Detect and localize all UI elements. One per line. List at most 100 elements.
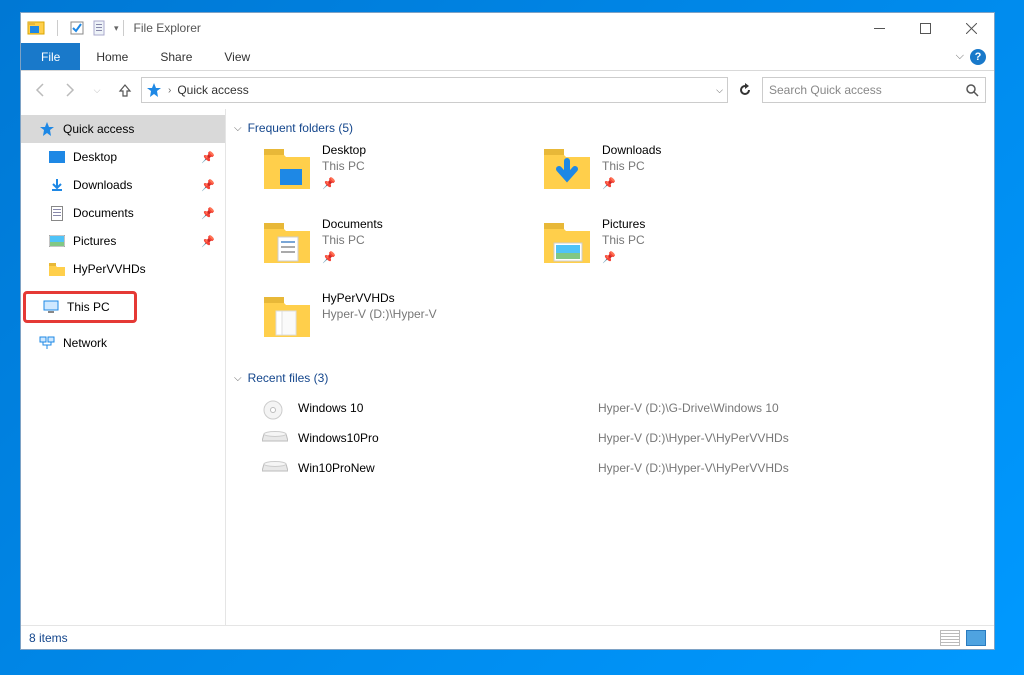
sidebar-item-hypervvhds[interactable]: HyPerVVHDs [21,255,225,283]
folder-tile-desktop[interactable]: Desktop This PC 📌 [262,143,532,203]
section-recent-files[interactable]: ⌵ Recent files (3) [234,371,988,385]
file-row[interactable]: Win10ProNew Hyper-V (D:)\Hyper-V\HyPerVV… [262,453,988,483]
search-input[interactable] [769,83,965,97]
status-bar: 8 items [21,625,994,649]
sidebar-item-desktop[interactable]: Desktop 📌 [21,143,225,171]
pin-icon: 📌 [201,235,215,248]
back-button[interactable] [29,78,53,102]
pin-icon: 📌 [201,151,215,164]
qat-properties-icon[interactable] [92,20,106,36]
section-label: Recent files (3) [248,371,329,385]
ribbon-help: ⌵ ? [956,43,994,70]
drive-icon [262,429,286,447]
pin-icon: 📌 [322,177,366,190]
document-icon [49,205,65,221]
tab-view[interactable]: View [208,43,266,70]
folder-tile-documents[interactable]: Documents This PC 📌 [262,217,532,277]
drive-icon [262,459,286,477]
file-row[interactable]: Windows10Pro Hyper-V (D:)\Hyper-V\HyPerV… [262,423,988,453]
tab-home[interactable]: Home [80,43,144,70]
folder-tile-downloads[interactable]: Downloads This PC 📌 [542,143,812,203]
folder-tile-pictures[interactable]: Pictures This PC 📌 [542,217,812,277]
disc-icon [262,399,286,417]
sidebar-item-quick-access[interactable]: Quick access [21,115,225,143]
file-name: Windows10Pro [298,431,598,445]
folder-documents-icon [262,219,312,265]
tab-share[interactable]: Share [144,43,208,70]
search-icon[interactable] [965,83,979,97]
help-icon[interactable]: ? [970,49,986,65]
breadcrumb[interactable]: Quick access [177,83,248,97]
folder-tile-hypervvhds[interactable]: HyPerVVHDs Hyper-V (D:)\Hyper-V [262,291,532,351]
folder-name: Pictures [602,217,645,231]
quick-access-star-icon [146,82,162,98]
folder-location: This PC [602,233,645,247]
file-name: Win10ProNew [298,461,598,475]
titlebar: ▾ File Explorer [21,13,994,43]
qat-dropdown-icon[interactable]: ▾ [114,23,119,34]
file-path: Hyper-V (D:)\Hyper-V\HyPerVVHDs [598,431,988,445]
pin-icon: 📌 [201,207,215,220]
window-title: File Explorer [134,21,201,35]
sidebar-item-this-pc[interactable]: This PC [25,293,135,321]
folder-name: Desktop [322,143,366,157]
file-path: Hyper-V (D:)\Hyper-V\HyPerVVHDs [598,461,988,475]
up-button[interactable] [113,78,137,102]
file-explorer-icon [27,19,45,37]
desktop-icon [49,149,65,165]
sidebar-item-documents[interactable]: Documents 📌 [21,199,225,227]
ribbon-collapse-icon[interactable]: ⌵ [956,50,964,63]
window-controls [856,13,994,43]
star-icon [39,121,55,137]
folder-desktop-icon [262,145,312,191]
file-name: Windows 10 [298,401,598,415]
frequent-folders-grid: Desktop This PC 📌 Downloads This PC 📌 [262,143,988,351]
forward-button[interactable] [57,78,81,102]
pictures-icon [49,233,65,249]
section-label: Frequent folders (5) [248,121,353,135]
sidebar-item-label: Network [63,336,107,350]
sidebar-item-downloads[interactable]: Downloads 📌 [21,171,225,199]
file-row[interactable]: Windows 10 Hyper-V (D:)\G-Drive\Windows … [262,393,988,423]
navigation-pane: Quick access Desktop 📌 Downloads 📌 Docum… [21,109,226,625]
close-button[interactable] [948,13,994,43]
file-explorer-window: ▾ File Explorer File Home Share View ⌵ ?… [20,12,995,650]
breadcrumb-separator-icon: › [168,85,171,96]
folder-name: Downloads [602,143,661,157]
folder-location: This PC [602,159,661,173]
search-box[interactable] [762,77,986,103]
network-icon [39,335,55,351]
folder-location: Hyper-V (D:)\Hyper-V [322,307,437,321]
folder-pictures-icon [542,219,592,265]
ribbon-tabs: File Home Share View ⌵ ? [21,43,994,71]
view-large-icons-button[interactable] [966,630,986,646]
view-details-button[interactable] [940,630,960,646]
chevron-down-icon: ⌵ [234,123,242,134]
sidebar-item-label: Documents [73,206,134,220]
chevron-down-icon: ⌵ [234,373,242,384]
recent-files-list: Windows 10 Hyper-V (D:)\G-Drive\Windows … [262,393,988,483]
pin-icon: 📌 [322,251,383,264]
minimize-button[interactable] [856,13,902,43]
folder-name: HyPerVVHDs [322,291,437,305]
pin-icon: 📌 [602,251,645,264]
folder-location: This PC [322,159,366,173]
refresh-button[interactable] [732,77,758,103]
address-bar[interactable]: › Quick access ⌵ [141,77,728,103]
quick-access-toolbar: ▾ [27,19,119,37]
maximize-button[interactable] [902,13,948,43]
folder-downloads-icon [542,145,592,191]
sidebar-item-network[interactable]: Network [21,329,225,357]
status-item-count: 8 items [29,631,68,645]
qat-checkbox-icon[interactable] [70,21,84,35]
address-dropdown-icon[interactable]: ⌵ [716,85,723,96]
this-pc-icon [43,299,59,315]
folder-name: Documents [322,217,383,231]
recent-locations-button[interactable]: ⌵ [85,78,109,102]
tab-file[interactable]: File [21,43,80,70]
sidebar-item-pictures[interactable]: Pictures 📌 [21,227,225,255]
sidebar-item-label: Desktop [73,150,117,164]
section-frequent-folders[interactable]: ⌵ Frequent folders (5) [234,121,988,135]
folder-icon [262,293,312,339]
sidebar-item-label: Pictures [73,234,116,248]
